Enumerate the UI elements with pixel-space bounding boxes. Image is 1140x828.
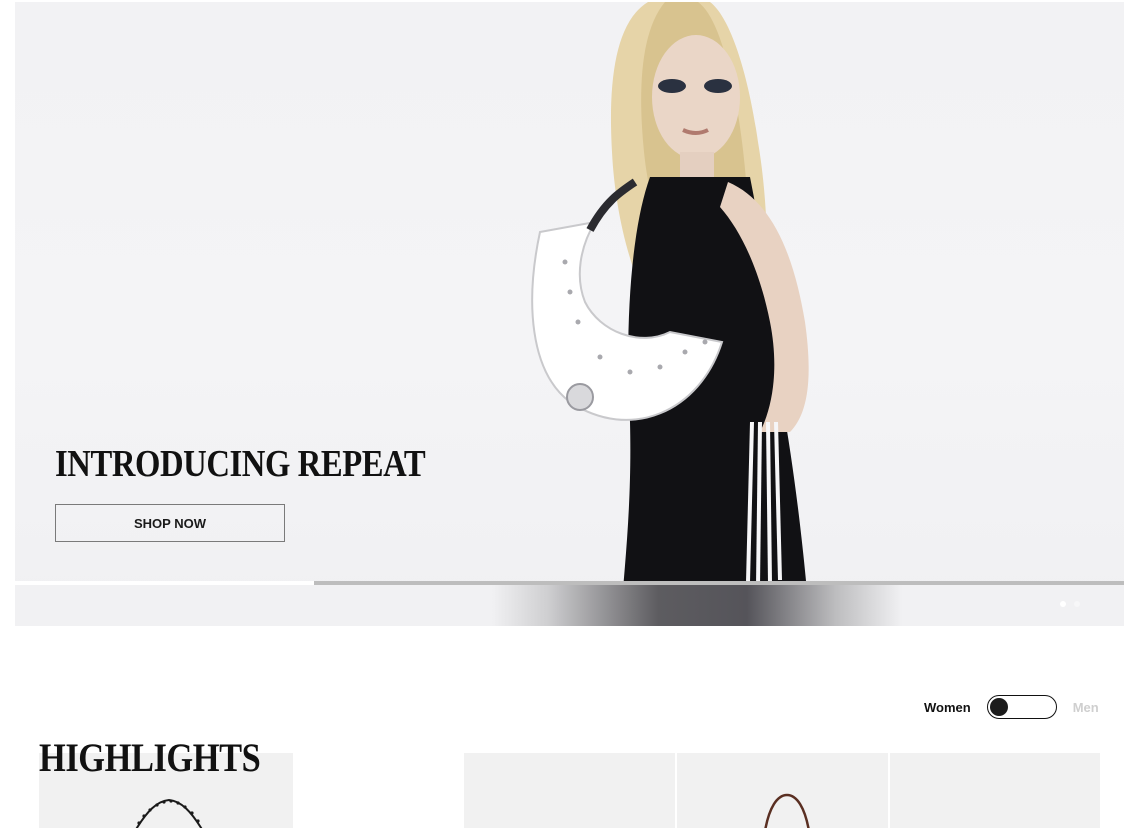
hero-dot-1[interactable]: [1060, 601, 1066, 607]
hero-pagination: [1060, 601, 1080, 607]
highlight-tile-2[interactable]: [464, 753, 675, 828]
men-label[interactable]: Men: [1073, 700, 1099, 715]
switch-knob: [989, 697, 1008, 716]
hero-title: INTRODUCING REPEAT: [55, 443, 426, 485]
hero-banner[interactable]: INTRODUCING REPEAT SHOP NOW: [15, 2, 1124, 626]
hero-dot-2[interactable]: [1074, 601, 1080, 607]
highlight-tile-4[interactable]: [890, 753, 1100, 828]
hero-next-slide-preview: [15, 585, 1124, 626]
gender-toggle: Women Men: [924, 695, 1099, 719]
gender-switch[interactable]: [986, 695, 1057, 719]
shop-now-button[interactable]: SHOP NOW: [55, 504, 285, 542]
women-label[interactable]: Women: [924, 700, 971, 715]
brown-handle-bag-image: [764, 793, 810, 828]
hero-image: [531, 2, 810, 626]
highlights-title: HIGHLIGHTS: [39, 735, 261, 780]
highlight-tile-3[interactable]: [677, 753, 888, 828]
